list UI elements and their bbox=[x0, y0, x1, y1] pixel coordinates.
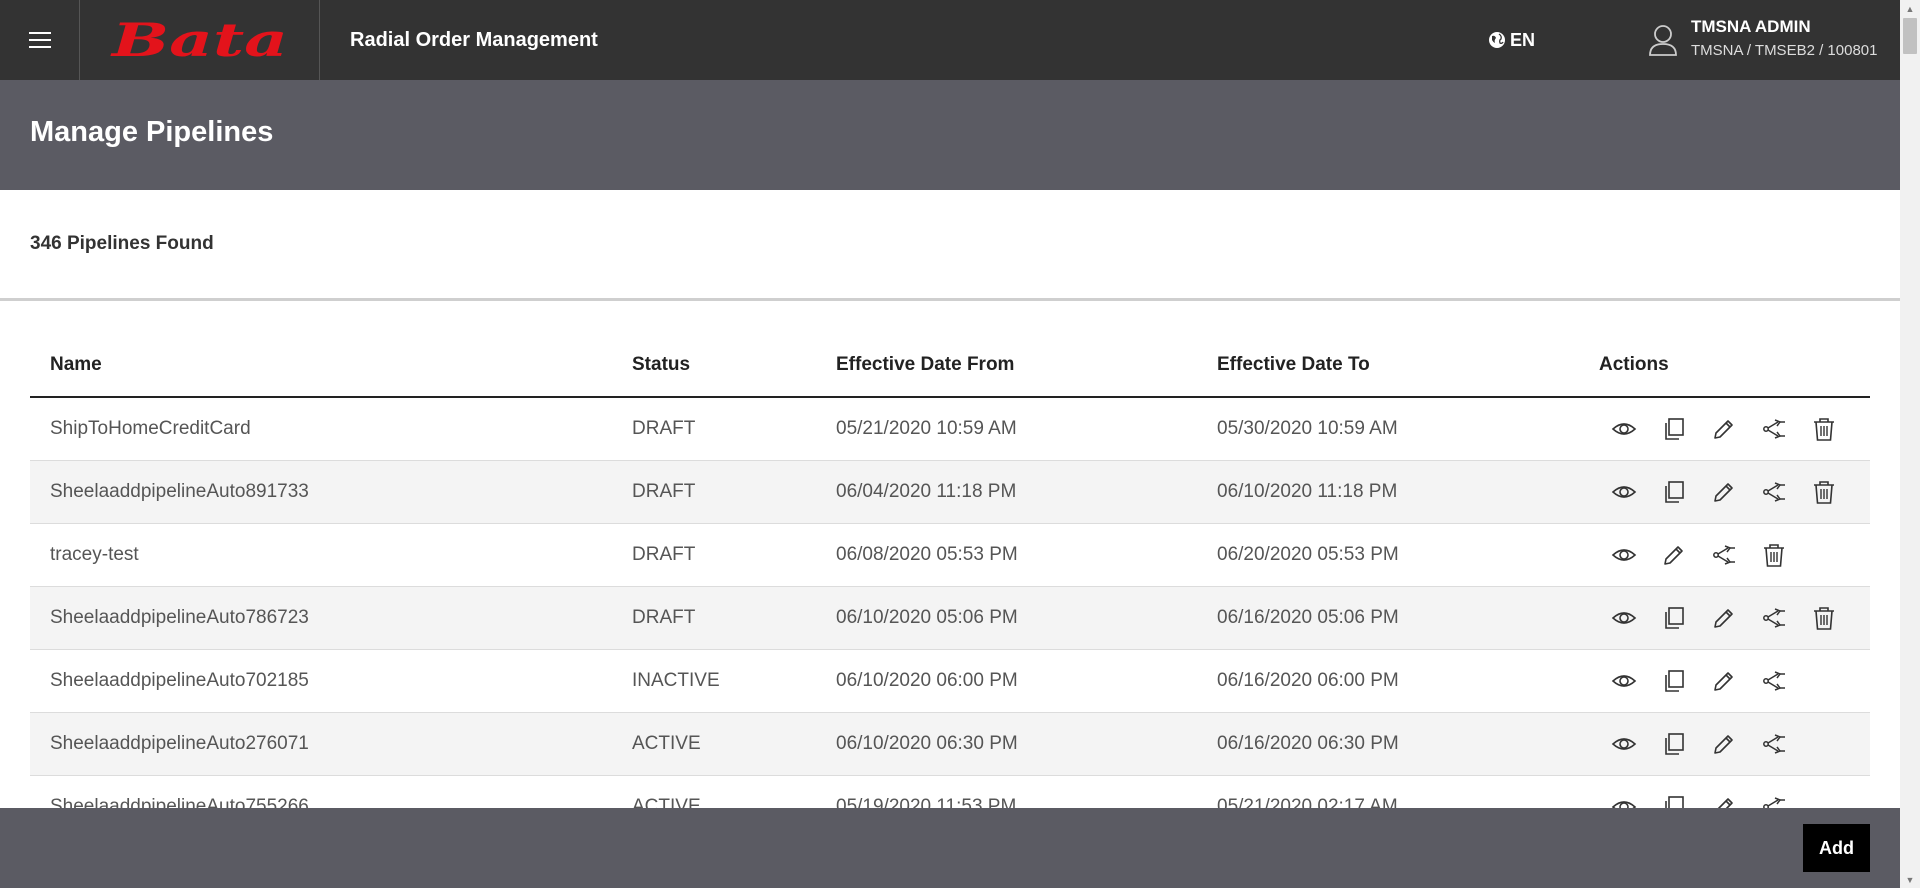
pipeline-name: SheelaaddpipelineAuto786723 bbox=[50, 607, 309, 628]
table-row[interactable]: tracey-test DRAFT 06/08/2020 05:53 PM 06/20… bbox=[30, 524, 1870, 587]
row-actions bbox=[1610, 415, 1838, 443]
pencil-icon[interactable] bbox=[1710, 730, 1738, 758]
app: Bata Radial Order Management EN TMSNA AD… bbox=[0, 0, 1900, 888]
eye-icon[interactable] bbox=[1610, 478, 1638, 506]
row-actions bbox=[1610, 478, 1838, 506]
column-header-actions: Actions bbox=[1599, 354, 1669, 375]
effective-date-to: 05/30/2020 10:59 AM bbox=[1217, 418, 1398, 439]
column-header-effective-date-to: Effective Date To bbox=[1217, 354, 1370, 375]
share-icon[interactable] bbox=[1760, 667, 1788, 695]
share-icon[interactable] bbox=[1760, 730, 1788, 758]
footer-bar: Add bbox=[0, 808, 1900, 888]
pipelines-table: Name Status Effective Date From Effectiv… bbox=[30, 336, 1870, 839]
eye-icon[interactable] bbox=[1610, 730, 1638, 758]
pencil-icon[interactable] bbox=[1710, 604, 1738, 632]
effective-date-to: 06/16/2020 05:06 PM bbox=[1217, 607, 1399, 628]
add-button[interactable]: Add bbox=[1803, 824, 1870, 872]
share-icon[interactable] bbox=[1760, 478, 1788, 506]
effective-date-to: 06/16/2020 06:00 PM bbox=[1217, 670, 1399, 691]
effective-date-from: 06/08/2020 05:53 PM bbox=[836, 544, 1018, 565]
table-row[interactable]: SheelaaddpipelineAuto276071 ACTIVE 06/10/2… bbox=[30, 713, 1870, 776]
bata-logo: Bata bbox=[110, 16, 288, 64]
copy-icon[interactable] bbox=[1660, 604, 1688, 632]
table-body: ShipToHomeCreditCard DRAFT 05/21/2020 10:5… bbox=[30, 398, 1870, 839]
user-name: TMSNA ADMIN bbox=[1691, 17, 1811, 36]
effective-date-from: 06/10/2020 06:00 PM bbox=[836, 670, 1018, 691]
table-row[interactable]: ShipToHomeCreditCard DRAFT 05/21/2020 10:5… bbox=[30, 398, 1870, 461]
page-header: Manage Pipelines bbox=[0, 80, 1900, 190]
share-icon[interactable] bbox=[1760, 604, 1788, 632]
pipeline-status: DRAFT bbox=[632, 418, 696, 439]
divider bbox=[0, 298, 1900, 301]
table-row[interactable]: SheelaaddpipelineAuto702185 INACTIVE 06/10… bbox=[30, 650, 1870, 713]
pipeline-name: ShipToHomeCreditCard bbox=[50, 418, 251, 439]
pencil-icon[interactable] bbox=[1710, 415, 1738, 443]
pipeline-name: tracey-test bbox=[50, 544, 139, 565]
pipeline-name: SheelaaddpipelineAuto702185 bbox=[50, 670, 309, 691]
trash-icon[interactable] bbox=[1810, 604, 1838, 632]
column-header-effective-date-from: Effective Date From bbox=[836, 354, 1015, 375]
copy-icon[interactable] bbox=[1660, 478, 1688, 506]
result-count: 346 Pipelines Found bbox=[30, 233, 214, 254]
effective-date-from: 05/21/2020 10:59 AM bbox=[836, 418, 1017, 439]
language-label: EN bbox=[1510, 29, 1536, 50]
brand-logo[interactable]: Bata bbox=[80, 0, 320, 80]
table-row[interactable]: SheelaaddpipelineAuto891733 DRAFT 06/04/20… bbox=[30, 461, 1870, 524]
effective-date-to: 06/10/2020 11:18 PM bbox=[1217, 481, 1398, 502]
user-icon[interactable] bbox=[1648, 24, 1678, 56]
pencil-icon[interactable] bbox=[1710, 478, 1738, 506]
effective-date-from: 06/10/2020 05:06 PM bbox=[836, 607, 1018, 628]
pipeline-name: SheelaaddpipelineAuto276071 bbox=[50, 733, 309, 754]
eye-icon[interactable] bbox=[1610, 541, 1638, 569]
trash-icon[interactable] bbox=[1760, 541, 1788, 569]
pencil-icon[interactable] bbox=[1710, 667, 1738, 695]
trash-icon[interactable] bbox=[1810, 415, 1838, 443]
eye-icon[interactable] bbox=[1610, 604, 1638, 632]
column-header-status: Status bbox=[632, 354, 691, 375]
table-row[interactable]: SheelaaddpipelineAuto786723 DRAFT 06/10/20… bbox=[30, 587, 1870, 650]
pipeline-status: INACTIVE bbox=[632, 670, 720, 691]
pipeline-status: DRAFT bbox=[632, 481, 696, 502]
copy-icon[interactable] bbox=[1660, 730, 1688, 758]
column-header-name: Name bbox=[50, 354, 102, 375]
top-bar: Bata Radial Order Management EN TMSNA AD… bbox=[0, 0, 1900, 80]
scrollbar-thumb[interactable] bbox=[1903, 18, 1917, 54]
page-title: Manage Pipelines bbox=[30, 116, 274, 148]
effective-date-from: 06/10/2020 06:30 PM bbox=[836, 733, 1018, 754]
row-actions bbox=[1610, 730, 1788, 758]
copy-icon[interactable] bbox=[1660, 415, 1688, 443]
copy-icon[interactable] bbox=[1660, 667, 1688, 695]
pencil-icon[interactable] bbox=[1660, 541, 1688, 569]
trash-icon[interactable] bbox=[1810, 478, 1838, 506]
scroll-down-arrow[interactable]: ▼ bbox=[1900, 871, 1920, 888]
effective-date-to: 06/20/2020 05:53 PM bbox=[1217, 544, 1399, 565]
user-org-path: TMSNA / TMSEB2 / 100801 bbox=[1691, 42, 1878, 59]
pipeline-status: ACTIVE bbox=[632, 733, 701, 754]
scroll-up-arrow[interactable]: ▲ bbox=[1900, 0, 1920, 17]
vertical-scrollbar[interactable]: ▲ ▼ bbox=[1900, 0, 1920, 888]
effective-date-from: 06/04/2020 11:18 PM bbox=[836, 481, 1017, 502]
pipeline-name: SheelaaddpipelineAuto891733 bbox=[50, 481, 309, 502]
row-actions bbox=[1610, 667, 1788, 695]
row-actions bbox=[1610, 604, 1838, 632]
app-title: Radial Order Management bbox=[350, 29, 598, 51]
eye-icon[interactable] bbox=[1610, 415, 1638, 443]
language-selector[interactable]: EN bbox=[1488, 0, 1535, 80]
row-actions bbox=[1610, 541, 1788, 569]
globe-icon bbox=[1489, 32, 1505, 48]
table-header: Name Status Effective Date From Effectiv… bbox=[30, 336, 1870, 398]
effective-date-to: 06/16/2020 06:30 PM bbox=[1217, 733, 1399, 754]
hamburger-icon bbox=[28, 32, 51, 48]
share-icon[interactable] bbox=[1710, 541, 1738, 569]
svg-text:Bata: Bata bbox=[110, 16, 288, 64]
pipeline-status: DRAFT bbox=[632, 607, 696, 628]
pipeline-status: DRAFT bbox=[632, 544, 696, 565]
eye-icon[interactable] bbox=[1610, 667, 1638, 695]
share-icon[interactable] bbox=[1760, 415, 1788, 443]
menu-button[interactable] bbox=[0, 0, 80, 80]
